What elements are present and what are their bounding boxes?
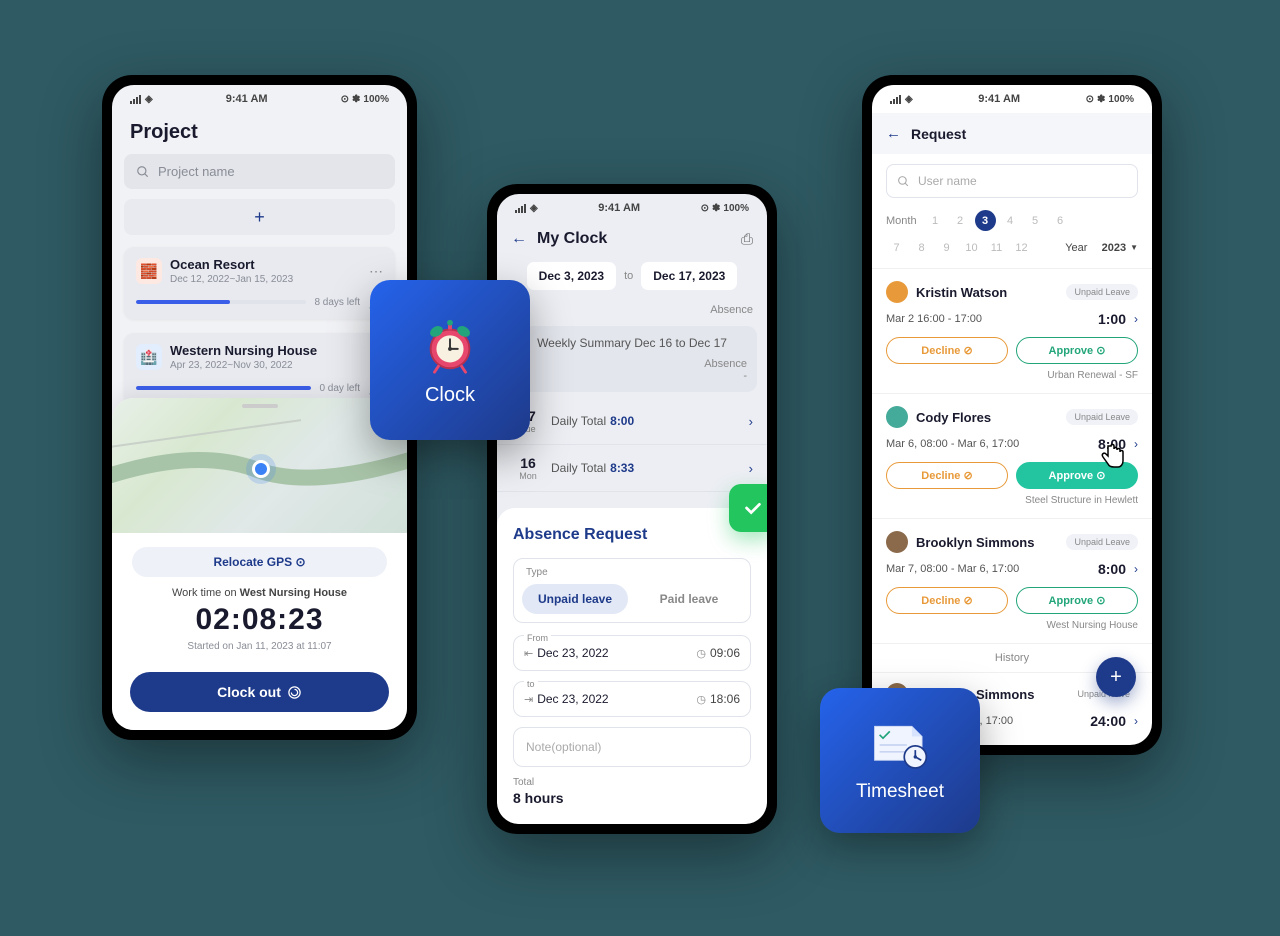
- project-search[interactable]: Project name: [124, 154, 395, 189]
- request-card[interactable]: Cody FloresUnpaid Leave Mar 6, 08:00 - M…: [872, 393, 1152, 518]
- month-8[interactable]: 8: [911, 237, 932, 258]
- weekly-summary-card[interactable]: Weekly Summary Dec 16 to Dec 17 al3Absen…: [507, 326, 757, 392]
- phone-clock: ◈ 9:41 AM ⊙ ✽ 100% ← My Clock ⎙ Dec 3, 2…: [487, 184, 777, 834]
- page-title: Request: [911, 126, 966, 142]
- clock-out-button[interactable]: Clock out: [130, 672, 389, 712]
- clock-bottom-sheet: Relocate GPS ⊙ Work time on West Nursing…: [112, 398, 407, 730]
- date-start-button[interactable]: Dec 3, 2023: [527, 262, 616, 290]
- month-10[interactable]: 10: [961, 237, 982, 258]
- project-card[interactable]: 🏥 Western Nursing House Apr 23, 2022~Nov…: [124, 333, 395, 405]
- to-date-field[interactable]: to ⇥Dec 23, 2022 ◷18:06: [513, 681, 751, 717]
- page-title: My Clock: [537, 230, 731, 248]
- month-1[interactable]: 1: [925, 210, 946, 231]
- avatar: [886, 406, 908, 428]
- print-icon[interactable]: ⎙: [741, 231, 753, 248]
- month-11[interactable]: 11: [986, 237, 1007, 258]
- clock-badge-tile: Clock: [370, 280, 530, 440]
- phone-request: ◈ 9:41 AM ⊙ ✽ 100% ← Request User name M…: [862, 75, 1162, 755]
- timesheet-icon: [866, 719, 934, 771]
- chevron-right-icon: ›: [749, 461, 753, 476]
- daily-row[interactable]: 16Mon Daily Total 8:33 ›: [497, 445, 767, 492]
- decline-button[interactable]: Decline ⊘: [886, 587, 1008, 614]
- timesheet-badge-tile: Timesheet: [820, 688, 980, 833]
- search-icon: [897, 175, 910, 188]
- work-time-label: Work time on West Nursing House: [112, 587, 407, 599]
- request-card[interactable]: Kristin WatsonUnpaid Leave Mar 2 16:00 -…: [872, 268, 1152, 393]
- status-bar: ◈ 9:41 AM ⊙ ✽ 100%: [872, 85, 1152, 113]
- month-9[interactable]: 9: [936, 237, 957, 258]
- relocate-gps-button[interactable]: Relocate GPS ⊙: [132, 547, 387, 577]
- add-project-button[interactable]: +: [124, 199, 395, 235]
- chevron-right-icon: ›: [1134, 437, 1138, 451]
- project-card[interactable]: 🧱 Ocean Resort Dec 12, 2022~Jan 15, 2023…: [124, 247, 395, 319]
- map[interactable]: [112, 398, 407, 533]
- month-6[interactable]: 6: [1050, 210, 1071, 231]
- add-fab[interactable]: +: [1096, 657, 1136, 697]
- decline-button[interactable]: Decline ⊘: [886, 337, 1008, 364]
- timer-display: 02:08:23: [112, 603, 407, 637]
- chevron-right-icon: ›: [749, 414, 753, 429]
- date-end-button[interactable]: Dec 17, 2023: [641, 262, 737, 290]
- sheet-title: Absence Request: [513, 526, 751, 544]
- month-5[interactable]: 5: [1025, 210, 1046, 231]
- type-unpaid-button[interactable]: Unpaid leave: [522, 584, 628, 614]
- project-name: Western Nursing House: [170, 343, 383, 358]
- chevron-right-icon: ›: [1134, 714, 1138, 728]
- project-icon: 🧱: [136, 258, 162, 284]
- project-name: Ocean Resort: [170, 257, 361, 272]
- back-button[interactable]: ←: [511, 230, 527, 248]
- more-icon[interactable]: ⋯: [369, 263, 383, 280]
- absence-request-sheet: Absence Request Type Unpaid leave Paid l…: [497, 508, 767, 824]
- month-4[interactable]: 4: [1000, 210, 1021, 231]
- alarm-clock-icon: [419, 314, 481, 376]
- map-location-pin: [252, 460, 270, 478]
- back-button[interactable]: ←: [886, 125, 901, 142]
- month-7[interactable]: 7: [886, 237, 907, 258]
- avatar: [886, 281, 908, 303]
- page-title: Project: [112, 113, 407, 154]
- status-bar: ◈ 9:41 AM ⊙ ✽ 100%: [112, 85, 407, 113]
- approve-button[interactable]: Approve ⊙: [1016, 587, 1138, 614]
- approve-button[interactable]: Approve ⊙: [1016, 462, 1138, 489]
- month-12[interactable]: 12: [1011, 237, 1032, 258]
- project-icon: 🏥: [136, 344, 162, 370]
- request-card[interactable]: Brooklyn SimmonsUnpaid Leave Mar 7, 08:0…: [872, 518, 1152, 643]
- avatar: [886, 531, 908, 553]
- status-bar: ◈ 9:41 AM ⊙ ✽ 100%: [497, 194, 767, 222]
- decline-button[interactable]: Decline ⊘: [886, 462, 1008, 489]
- started-on: Started on Jan 11, 2023 at 11:07: [112, 641, 407, 652]
- type-paid-button[interactable]: Paid leave: [636, 584, 742, 614]
- search-icon: [136, 165, 150, 179]
- month-3[interactable]: 3: [975, 210, 996, 231]
- daily-row[interactable]: 17Tue Daily Total 8:00 ›: [497, 398, 767, 445]
- year-selector[interactable]: Year 2023 ▼: [1065, 242, 1138, 254]
- confirm-button[interactable]: [729, 484, 767, 532]
- user-search[interactable]: User name: [886, 164, 1138, 198]
- month-2[interactable]: 2: [950, 210, 971, 231]
- approve-button[interactable]: Approve ⊙: [1016, 337, 1138, 364]
- note-input[interactable]: Note(optional): [513, 727, 751, 767]
- chevron-right-icon: ›: [1134, 562, 1138, 576]
- from-date-field[interactable]: From ⇤Dec 23, 2022 ◷09:06: [513, 635, 751, 671]
- chevron-right-icon: ›: [1134, 312, 1138, 326]
